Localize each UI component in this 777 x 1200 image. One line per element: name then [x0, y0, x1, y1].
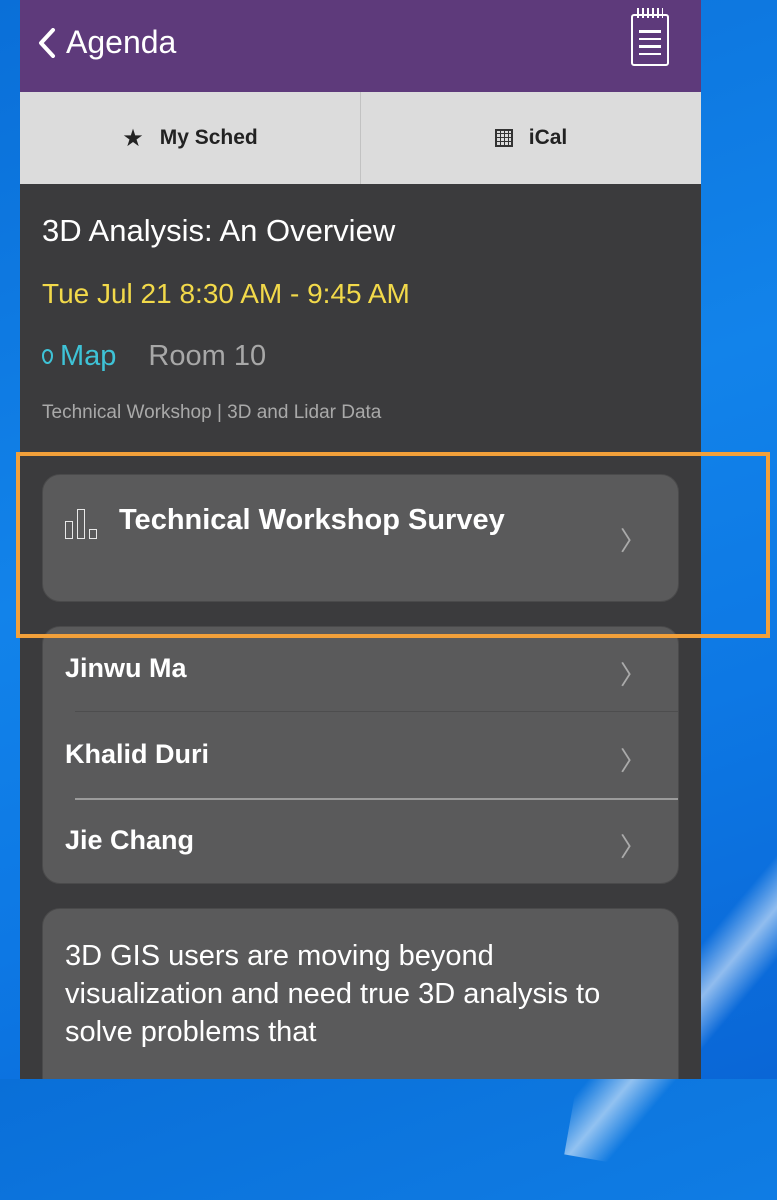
star-icon: ★ [122, 124, 144, 152]
action-toolbar: ★ My Sched iCal [20, 92, 701, 184]
session-title: 3D Analysis: An Overview [42, 213, 396, 248]
chevron-right-icon: 〉 [619, 746, 646, 776]
ical-button[interactable]: iCal [360, 92, 701, 184]
back-button[interactable]: Agenda [38, 24, 176, 61]
speakers-list: Jinwu Ma 〉 Khalid Duri 〉 Jie Chang 〉 [42, 626, 679, 884]
survey-label: Technical Workshop Survey [119, 504, 505, 536]
speaker-row[interactable]: Jinwu Ma 〉 [43, 627, 678, 713]
map-label: Map [60, 340, 117, 372]
session-tags: Technical Workshop | 3D and Lidar Data [42, 402, 382, 423]
location-row: Map Room 10 [42, 340, 266, 373]
speaker-name: Khalid Duri [65, 739, 210, 769]
nav-bar: Agenda [20, 0, 701, 92]
speaker-row[interactable]: Khalid Duri 〉 [43, 713, 678, 799]
calendar-icon [494, 129, 513, 147]
divider [75, 711, 678, 712]
speaker-name: Jinwu Ma [65, 653, 187, 683]
speaker-row[interactable]: Jie Chang 〉 [43, 799, 678, 885]
my-sched-button[interactable]: ★ My Sched [20, 92, 360, 184]
speaker-name: Jie Chang [65, 825, 195, 855]
map-link[interactable]: Map [42, 340, 116, 373]
survey-row[interactable]: Technical Workshop Survey 〉 [42, 474, 679, 602]
chevron-left-icon [39, 27, 55, 58]
map-pin-icon [42, 349, 53, 364]
ical-label: iCal [528, 126, 568, 149]
room-label: Room 10 [148, 340, 267, 372]
back-label: Agenda [66, 24, 177, 60]
description-text: 3D GIS users are moving beyond visualiza… [65, 940, 601, 1048]
app-screen: Agenda ★ My Sched iCal 3D Analysis: An O… [20, 0, 701, 1079]
bar-chart-icon [65, 509, 97, 539]
my-sched-label: My Sched [159, 126, 258, 149]
session-description: 3D GIS users are moving beyond visualiza… [42, 908, 679, 1079]
chevron-right-icon: 〉 [619, 526, 646, 556]
chevron-right-icon: 〉 [619, 832, 646, 862]
session-time: Tue Jul 21 8:30 AM - 9:45 AM [42, 278, 410, 309]
chevron-right-icon: 〉 [619, 660, 646, 690]
notes-icon[interactable] [631, 8, 669, 66]
